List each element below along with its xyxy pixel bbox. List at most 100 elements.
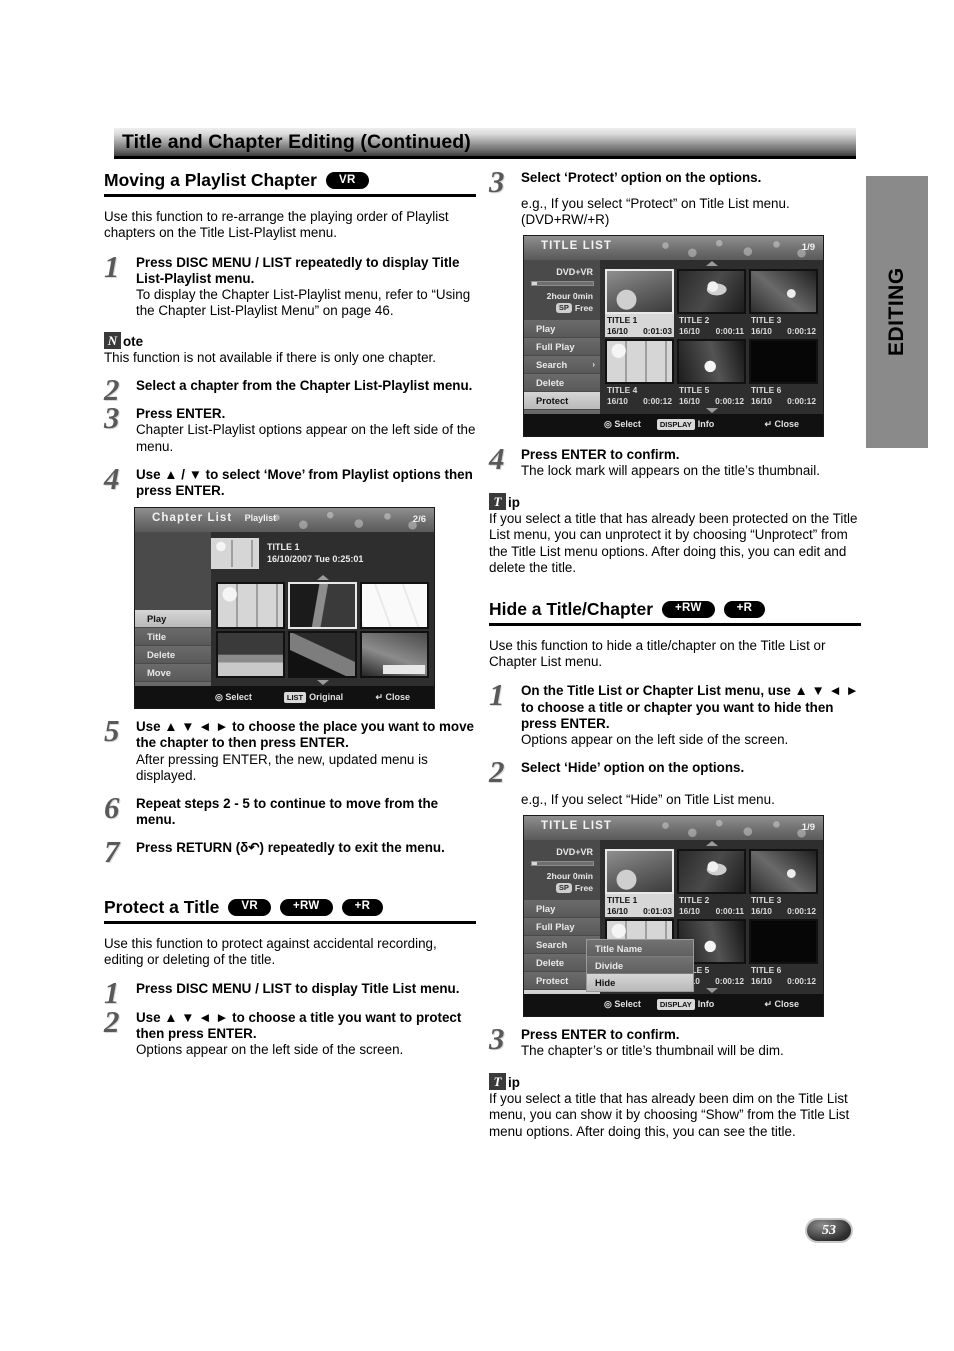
title-cell[interactable]: TITLE 6 16/10 0:00:12 [749,918,818,987]
osd-title-cells: TITLE 1 16/10 0:01:03 TITLE 2 16/10 0:00:1… [605,268,818,407]
osd-chapter-list-screenshot: Chapter List Playlist 2/6 Play Title Del… [134,507,435,710]
osd-submenu-item-title-name[interactable]: Title Name [587,939,693,957]
osd-menu-item-move[interactable]: Move [135,664,211,682]
chevron-right-icon: › [592,359,595,369]
title-cell[interactable]: TITLE 3 16/10 0:00:12 [749,848,818,917]
step-4: 4 Press ENTER to confirm. The lock mark … [489,443,861,479]
chapter-cell[interactable] [360,582,429,630]
page-number-badge: 53 [805,1218,853,1243]
section-title: Protect a Title [104,896,220,917]
chapter-thumbnail [360,582,429,630]
title-cell[interactable]: TITLE 4 16/10 0:00:12 [605,338,674,407]
section-heading-moving-playlist-chapter: Moving a Playlist Chapter VR [104,170,476,197]
osd-free-label: Free [574,882,593,893]
tip-word: ip [508,495,520,511]
osd-page-indicator: 1/9 [801,241,815,253]
badge-vr: VR [325,172,369,189]
badge-plus-rw: +RW [280,898,333,916]
title-name: TITLE 3 [751,894,782,905]
tip-icon: T [489,1073,506,1091]
title-cell[interactable]: TITLE 3 16/10 0:00:12 [749,268,818,337]
step-plain-text: e.g., If you select “Protect” on Title L… [521,196,790,228]
step-2: 2 Select ‘Hide’ option on the options. e… [489,756,861,808]
title-date: 16/10 [751,975,772,986]
step-plain-text: The lock mark will appears on the title’… [521,462,820,478]
chapter-cell[interactable] [288,631,357,679]
title-date: 16/10 [679,395,700,406]
title-cell[interactable]: TITLE 2 16/10 0:00:11 [677,268,746,337]
title-time: 0:00:12 [787,905,816,916]
tip-header: T ip [489,493,861,511]
step-bold-text: Use ▲ ▼ ◄ ► to choose the place you want… [136,719,474,751]
title-time: 0:00:12 [715,975,744,986]
side-tab-label: EDITING [885,267,908,357]
chapter-cell[interactable] [216,631,285,679]
osd-menu-item-title[interactable]: Title [135,628,211,646]
tip-callout: T ip If you select a title that has alre… [489,1073,861,1140]
scroll-down-arrow-icon[interactable] [705,987,718,993]
step-plain-text: Chapter List-Playlist options appear on … [136,422,476,454]
section-intro: Use this function to re-arrange the play… [104,209,449,241]
scroll-down-arrow-icon[interactable] [705,407,718,413]
title-date: 16/10 [607,395,628,406]
chapter-cell[interactable] [288,582,357,630]
osd-submenu-item-divide[interactable]: Divide [587,956,693,974]
step-plain-text: The chapter’s or title’s thumbnail will … [521,1042,784,1058]
title-cell[interactable]: TITLE 6 16/10 0:00:12 [749,338,818,407]
osd-menu-item-play[interactable]: Play [524,319,600,337]
title-thumbnail [677,268,746,314]
osd-menu-item-search[interactable]: Search› [524,355,600,373]
scroll-down-arrow-icon[interactable] [316,680,329,686]
osd-title-list-hide-screenshot: TITLE LIST 1/9 DVD+VR 2hour 0min SP Free … [523,814,824,1017]
step-bold-text: Press ENTER. [136,406,226,422]
step-number: 4 [489,440,505,476]
osd-submenu-item-hide[interactable]: Hide [587,973,693,991]
tip-callout: T ip If you select a title that has alre… [489,493,861,577]
osd-menu-item-play[interactable]: Play [524,899,600,917]
title-name: TITLE 6 [751,384,782,395]
scroll-up-arrow-icon[interactable] [705,840,718,846]
osd-menu-item-full-play[interactable]: Full Play [524,337,600,355]
osd-menu-item-full-play[interactable]: Full Play [524,917,600,935]
osd-title: TITLE LIST [541,239,613,252]
step-3: 3 Select ‘Protect’ option on the options… [489,166,861,229]
osd-header-title: TITLE 1 [267,542,300,553]
osd-free-space: 2hour 0min SP Free [524,866,600,894]
title-date: 16/10 [751,905,772,916]
title-cell[interactable]: TITLE 1 16/10 0:01:03 [605,268,674,337]
step-number: 3 [489,1020,505,1056]
step-bold-text: Use ▲ / ▼ to select ‘Move’ from Playlist… [136,466,473,499]
chapter-cell[interactable] [216,582,285,630]
osd-left-menu-panel: DVD+VR 2hour 0min SP Free Play Full Play … [524,259,600,436]
step-1: 1 Press DISC MENU / LIST to display Titl… [104,977,476,1008]
scroll-up-arrow-icon[interactable] [705,260,718,266]
title-time: 0:00:12 [643,395,672,406]
note-word: ote [123,333,144,349]
step-2: 2 Use ▲ ▼ ◄ ► to choose a title you want… [104,1006,476,1059]
title-caption: TITLE 2 16/10 0:00:11 [677,894,746,917]
step-number: 3 [104,400,120,436]
osd-free-time: 2hour 0min [546,290,593,301]
osd-page-indicator: 2/6 [412,514,426,526]
title-cell[interactable]: TITLE 1 16/10 0:01:03 [605,848,674,917]
chapter-thumbnail [216,631,285,679]
title-time: 0:01:03 [643,905,672,916]
chapter-thumbnail [216,582,285,630]
title-cell[interactable]: TITLE 2 16/10 0:00:11 [677,848,746,917]
step-number: 3 [489,164,505,199]
title-date: 16/10 [679,905,700,916]
title-caption: TITLE 5 16/10 0:00:12 [677,384,746,407]
chapter-cell[interactable] [360,631,429,679]
title-name: TITLE 1 [607,314,638,325]
title-cell[interactable]: TITLE 5 16/10 0:00:12 [677,338,746,407]
title-name: TITLE 4 [607,384,638,395]
title-caption: TITLE 2 16/10 0:00:11 [677,314,746,337]
step-number: 5 [104,713,120,749]
osd-bubbles-decoration [254,508,434,533]
section-intro: Use this function to protect against acc… [104,935,437,968]
osd-menu-item-delete[interactable]: Delete [135,646,211,664]
osd-menu-item-protect[interactable]: Protect [524,391,600,409]
osd-menu-item-delete[interactable]: Delete [524,373,600,391]
scroll-up-arrow-icon[interactable] [316,575,329,581]
osd-menu-item-play[interactable]: Play [135,610,211,628]
